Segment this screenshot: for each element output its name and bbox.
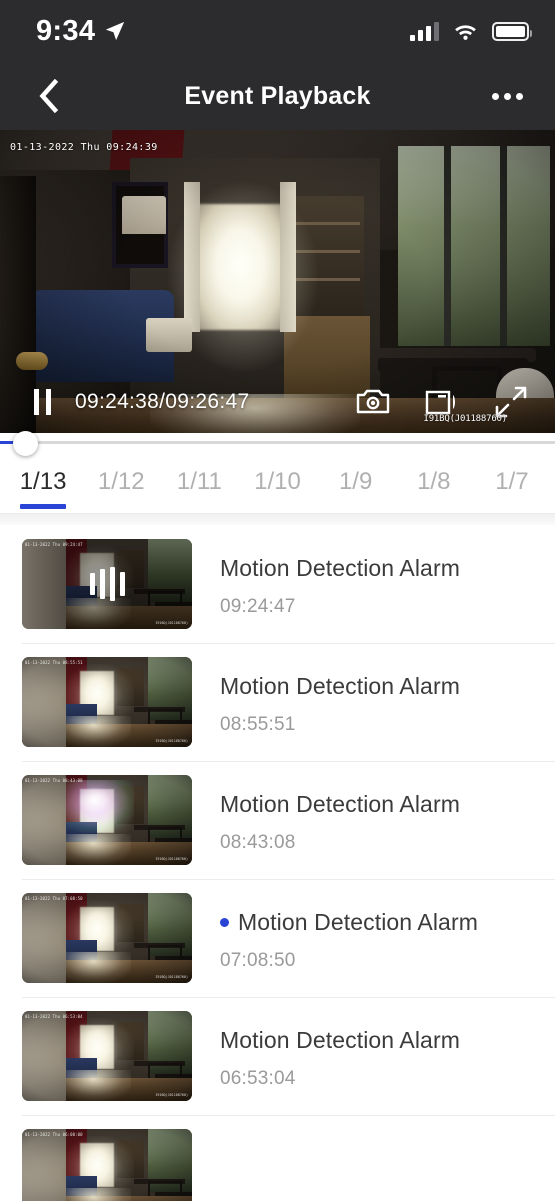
date-tab-5[interactable]: 1/8	[395, 451, 473, 513]
event-thumbnail[interactable]: 01-13-2022 Thu 07:08:50 I91BQ(J01188760)	[22, 893, 192, 983]
event-list-item[interactable]: 01-13-2022 Thu 06:00:00	[0, 1115, 555, 1201]
app-screen: 9:34 Event Playback 01-13-2022 Thu 09:24…	[0, 0, 555, 1201]
date-tab-1[interactable]: 1/12	[82, 451, 160, 513]
event-title: Motion Detection Alarm	[220, 1027, 460, 1053]
event-time: 06:53:04	[220, 1068, 296, 1089]
date-tab-0[interactable]: 1/13	[4, 451, 82, 513]
event-details: Motion Detection Alarm 08:55:51	[192, 657, 533, 736]
pause-icon	[34, 389, 39, 415]
event-details: Motion Detection Alarm 09:24:47	[192, 539, 533, 618]
battery-full-icon	[492, 21, 532, 41]
date-tab-2[interactable]: 1/11	[160, 451, 238, 513]
event-title-line: Motion Detection Alarm	[220, 909, 533, 936]
date-tab-label: 1/10	[254, 468, 301, 495]
progress-track	[0, 441, 555, 444]
event-list: 01-13-2022 Thu 09:24:47 I91BQ(J01188760)…	[0, 525, 555, 1201]
date-tab-label: 1/7	[495, 468, 529, 495]
playing-indicator-icon	[22, 539, 192, 629]
camera-id-label: I91BQ(J01188760)	[423, 414, 508, 424]
date-tab-label: 1/12	[97, 468, 145, 495]
event-time: 09:24:47	[220, 596, 296, 617]
event-details: Motion Detection Alarm 08:43:08	[192, 775, 533, 854]
date-tab-label: 1/8	[417, 468, 451, 495]
event-time: 07:08:50	[220, 950, 296, 971]
playback-time-readout: 09:24:38/09:26:47	[75, 390, 250, 413]
ellipsis-icon	[491, 92, 499, 100]
event-title: Motion Detection Alarm	[220, 555, 460, 581]
thumbnail-timestamp: 01-13-2022 Thu 08:55:51	[25, 660, 83, 665]
active-tab-underline	[20, 504, 67, 509]
playback-progress-slider[interactable]	[0, 431, 555, 456]
thumbnail-timestamp: 01-13-2022 Thu 06:00:00	[25, 1132, 83, 1137]
event-details: Motion Detection Alarm 07:08:50	[192, 893, 533, 972]
camera-icon[interactable]	[355, 387, 391, 417]
event-list-item[interactable]: 01-13-2022 Thu 08:43:08 I91BQ(J01188760)…	[0, 761, 555, 879]
player-controls: 09:24:38/09:26:47 I91BQ(J01188760)	[0, 380, 555, 424]
event-title-line: Motion Detection Alarm	[220, 791, 533, 818]
video-record-icon[interactable]	[425, 388, 461, 416]
back-button[interactable]	[28, 76, 68, 116]
thumbnail-timestamp: 01-13-2022 Thu 07:08:50	[25, 896, 83, 901]
event-details	[192, 1129, 533, 1159]
status-bar-clock: 9:34	[36, 14, 96, 47]
video-osd-timestamp: 01-13-2022 Thu 09:24:39	[10, 142, 158, 153]
status-bar: 9:34	[0, 0, 555, 62]
event-list-item[interactable]: 01-13-2022 Thu 07:08:50 I91BQ(J01188760)…	[0, 879, 555, 997]
event-details: Motion Detection Alarm 06:53:04	[192, 1011, 533, 1090]
event-list-item[interactable]: 01-13-2022 Thu 08:55:51 I91BQ(J01188760)…	[0, 643, 555, 761]
date-tab-label: 1/9	[338, 468, 373, 495]
event-thumbnail[interactable]: 01-13-2022 Thu 09:24:47 I91BQ(J01188760)	[22, 539, 192, 629]
thumbnail-camera-id: I91BQ(J01188760)	[155, 975, 188, 979]
thumbnail-timestamp: 01-13-2022 Thu 08:43:08	[25, 778, 83, 783]
event-thumbnail[interactable]: 01-13-2022 Thu 06:53:04 I91BQ(J01188760)	[22, 1011, 192, 1101]
event-list-item[interactable]: 01-13-2022 Thu 09:24:47 I91BQ(J01188760)…	[0, 525, 555, 643]
event-title-line: Motion Detection Alarm	[220, 673, 533, 700]
section-divider	[0, 513, 555, 525]
video-player[interactable]: 01-13-2022 Thu 09:24:39 09:24:38/09:26:4…	[0, 130, 555, 442]
chevron-left-icon	[39, 79, 59, 113]
date-tab-label: 1/11	[176, 468, 222, 495]
date-tab-4[interactable]: 1/9	[317, 451, 395, 513]
navigation-bar: Event Playback	[0, 62, 555, 130]
thumbnail-camera-id: I91BQ(J01188760)	[155, 857, 188, 861]
thumbnail-camera-id: I91BQ(J01188760)	[155, 1093, 188, 1097]
thumbnail-timestamp: 01-13-2022 Thu 06:53:04	[25, 1014, 83, 1019]
date-tab-bar: 1/13 1/12 1/11 1/10 1/9 1/8 1/7	[0, 451, 555, 513]
more-options-button[interactable]	[485, 76, 529, 116]
event-title-line: Motion Detection Alarm	[220, 1027, 533, 1054]
cellular-signal-icon	[410, 21, 439, 41]
location-arrow-icon	[106, 21, 125, 41]
pause-button[interactable]	[30, 385, 55, 419]
event-title-line: Motion Detection Alarm	[220, 555, 533, 582]
page-title: Event Playback	[184, 81, 371, 110]
event-title: Motion Detection Alarm	[220, 791, 460, 817]
status-bar-right	[410, 21, 532, 41]
unread-dot	[220, 918, 229, 927]
event-time: 08:43:08	[220, 832, 296, 853]
event-time: 08:55:51	[220, 714, 296, 735]
wifi-icon	[455, 25, 476, 40]
progress-thumb[interactable]	[13, 431, 38, 456]
event-thumbnail[interactable]: 01-13-2022 Thu 06:00:00	[22, 1129, 192, 1201]
event-thumbnail[interactable]: 01-13-2022 Thu 08:43:08 I91BQ(J01188760)	[22, 775, 192, 865]
event-title: Motion Detection Alarm	[220, 673, 460, 699]
thumbnail-camera-id: I91BQ(J01188760)	[155, 739, 188, 743]
date-tab-3[interactable]: 1/10	[238, 451, 316, 513]
event-thumbnail[interactable]: 01-13-2022 Thu 08:55:51 I91BQ(J01188760)	[22, 657, 192, 747]
status-bar-left: 9:34	[36, 15, 126, 48]
date-tab-label: 1/13	[19, 468, 67, 495]
event-list-item[interactable]: 01-13-2022 Thu 06:53:04 I91BQ(J01188760)…	[0, 997, 555, 1115]
date-tab-6[interactable]: 1/7	[473, 451, 551, 513]
event-title: Motion Detection Alarm	[238, 909, 478, 935]
